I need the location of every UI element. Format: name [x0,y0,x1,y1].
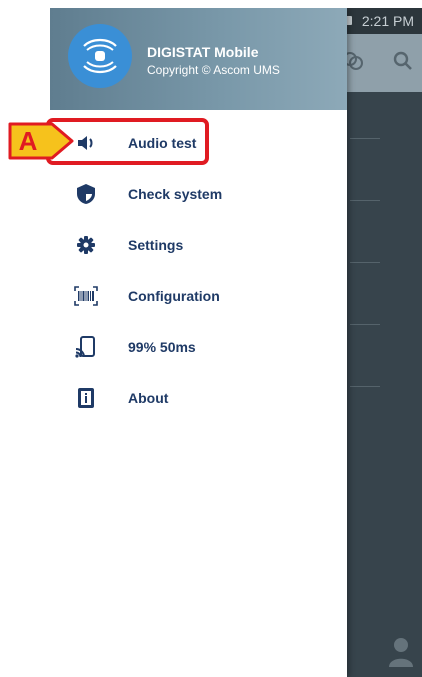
annotation-callout: A [8,122,74,160]
gear-icon [74,233,98,257]
menu-item-connection-status[interactable]: 99% 50ms [50,322,347,373]
app-name: DIGISTAT Mobile [147,44,259,60]
menu-item-configuration[interactable]: Configuration [50,271,347,322]
list-divider [350,386,380,387]
list-divider [350,200,380,201]
status-time: 2:21 PM [361,13,414,29]
menu-label: Configuration [128,288,220,304]
menu-item-check-system[interactable]: Check system [50,169,347,220]
list-divider [350,324,380,325]
shield-icon [74,182,98,206]
info-icon [74,386,98,410]
hands-logo-icon [83,38,117,74]
background-list [350,92,422,652]
list-divider [350,138,380,139]
cast-signal-icon [74,335,98,359]
user-icon[interactable] [388,637,414,667]
menu-label: About [128,390,169,406]
callout-letter: A [19,126,38,156]
menu-item-about[interactable]: About [50,373,347,424]
drawer-header: DIGISTAT Mobile Copyright © Ascom UMS [50,8,347,110]
menu-item-settings[interactable]: Settings [50,220,347,271]
app-logo [68,24,132,88]
search-icon[interactable] [390,48,416,74]
menu-label: Check system [128,186,223,202]
barcode-scan-icon [74,284,98,308]
menu-label: Settings [128,237,184,253]
list-divider [350,262,380,263]
menu-label: 99% 50ms [128,339,196,355]
copyright-text: Copyright © Ascom UMS [147,63,280,77]
device-screen: 2:21 PM DIGISTAT Mobile Copyright © Asco… [50,8,422,677]
navigation-drawer: DIGISTAT Mobile Copyright © Ascom UMS Au… [50,8,347,677]
